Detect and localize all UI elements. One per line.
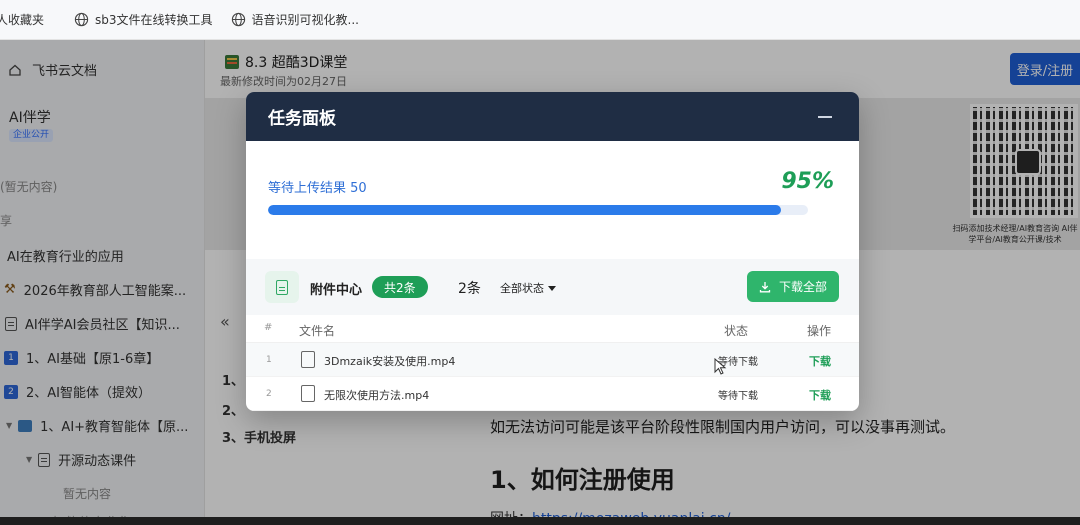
status-filter-dropdown[interactable]: 全部状态 <box>500 280 556 296</box>
upload-progress-section: 等待上传结果 50 95% <box>246 141 859 259</box>
progress-track <box>268 205 808 215</box>
wait-status-text: 等待上传结果 50 <box>268 181 367 196</box>
col-action: 操作 <box>807 324 832 338</box>
download-icon <box>759 281 771 292</box>
bookmark-speech-vis[interactable]: 语音识别可视化教... <box>231 11 359 28</box>
modal-title: 任务面板 <box>268 109 336 129</box>
mouse-cursor-icon <box>714 358 727 375</box>
caret-down-icon <box>548 285 556 291</box>
bookmarks-bar: 人收藏夹 sb3文件在线转换工具 语音识别可视化教... <box>0 0 1080 40</box>
bookmark-sb3-tool[interactable]: sb3文件在线转换工具 <box>74 11 213 28</box>
attachment-table: # 文件名 状态 操作 1 3Dmzaik安装及使用.mp4 等待下载 下载 2… <box>246 315 859 411</box>
download-all-button[interactable]: 下载全部 <box>747 271 839 302</box>
attachment-toolbar: 附件中心 共2条 2条 全部状态 下载全部 <box>246 259 859 315</box>
attachment-title: 附件中心 <box>310 283 363 298</box>
task-panel-modal: 任务面板 等待上传结果 50 95% 附件中心 共2条 2条 全部状态 下载全部… <box>246 92 859 411</box>
row-filename: 无限次使用方法.mp4 <box>324 389 430 402</box>
total-count-badge: 共2条 <box>372 276 428 298</box>
table-row: 1 3Dmzaik安装及使用.mp4 等待下载 下载 <box>246 343 859 377</box>
table-header: # 文件名 状态 操作 <box>246 315 859 343</box>
globe-icon <box>74 12 89 27</box>
bookmark-favorites[interactable]: 人收藏夹 <box>0 11 44 28</box>
bookmark-label: 语音识别可视化教... <box>251 13 359 27</box>
bookmark-label: sb3文件在线转换工具 <box>95 13 213 27</box>
status-filter-label: 全部状态 <box>500 282 544 295</box>
file-icon <box>301 385 315 402</box>
col-index: # <box>264 322 273 333</box>
col-filename: 文件名 <box>299 324 336 338</box>
row-index: 1 <box>266 355 272 365</box>
bookmark-prefix: 人 <box>0 13 9 27</box>
col-status: 状态 <box>724 324 749 338</box>
table-row: 2 无限次使用方法.mp4 等待下载 下载 <box>246 377 859 411</box>
progress-fill <box>268 205 781 215</box>
row-status: 等待下载 <box>718 391 758 402</box>
download-link[interactable]: 下载 <box>809 353 831 369</box>
attachment-icon-box <box>265 271 299 303</box>
download-link[interactable]: 下载 <box>809 387 831 403</box>
item-count: 2条 <box>458 281 481 297</box>
row-filename: 3Dmzaik安装及使用.mp4 <box>324 355 456 368</box>
globe-icon <box>231 12 245 27</box>
progress-percent: 95% <box>781 169 834 194</box>
minimize-icon[interactable] <box>817 108 833 124</box>
file-icon <box>301 351 315 368</box>
bookmark-label: 收藏夹 <box>8 13 45 27</box>
video-bottom-bar <box>0 517 1080 525</box>
file-icon <box>276 279 288 295</box>
download-all-label: 下载全部 <box>778 280 827 294</box>
modal-header: 任务面板 <box>246 92 859 141</box>
row-index: 2 <box>266 389 272 399</box>
